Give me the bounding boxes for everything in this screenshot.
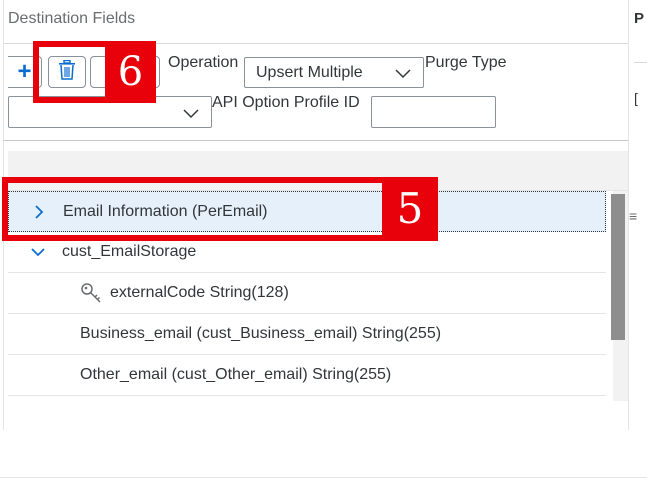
tree-row-label: externalCode String(128) <box>110 284 289 301</box>
adjacent-panel-glyph: [ <box>634 90 638 106</box>
api-option-profile-input[interactable] <box>371 96 496 128</box>
panel-resize-grip[interactable]: ≡ <box>629 208 637 224</box>
annotation-callout-5: 5 <box>2 177 438 241</box>
tree-row-label: Business_email (cust_Business_email) Str… <box>80 325 442 342</box>
tree-row-other-email[interactable]: Other_email (cust_Other_email) String(25… <box>8 355 606 396</box>
annotation-callout-6: 6 <box>33 41 156 103</box>
chevron-down-icon[interactable] <box>30 244 46 260</box>
purge-type-label: Purge Type <box>425 54 507 71</box>
adjacent-panel-divider <box>634 62 647 63</box>
operation-selected-value: Upsert Multiple <box>256 63 363 81</box>
api-option-profile-label: API Option Profile ID <box>212 94 360 111</box>
annotation-number: 5 <box>382 177 438 241</box>
tree-row-label: Other_email (cust_Other_email) String(25… <box>80 366 392 383</box>
page-title: Destination Fields <box>8 10 136 27</box>
tree-scrollbar-thumb[interactable] <box>611 194 625 340</box>
operation-select[interactable]: Upsert Multiple <box>244 57 424 88</box>
plus-icon: + <box>17 58 32 85</box>
chevron-down-icon <box>183 106 199 124</box>
key-icon <box>80 282 102 304</box>
adjacent-panel-title: P <box>634 10 645 27</box>
tree-row-business-email[interactable]: Business_email (cust_Business_email) Str… <box>8 314 606 355</box>
panel-bottom-border <box>0 477 647 478</box>
chevron-down-icon <box>395 66 411 84</box>
annotation-number: 6 <box>105 41 156 103</box>
form-divider <box>3 140 628 141</box>
operation-label: Operation <box>168 54 239 71</box>
destination-fields-panel: Destination Fields P [ + Operation Upser… <box>0 0 647 487</box>
tree-row-label: cust_EmailStorage <box>62 243 197 260</box>
tree-row-externalcode[interactable]: externalCode String(128) <box>8 273 606 314</box>
